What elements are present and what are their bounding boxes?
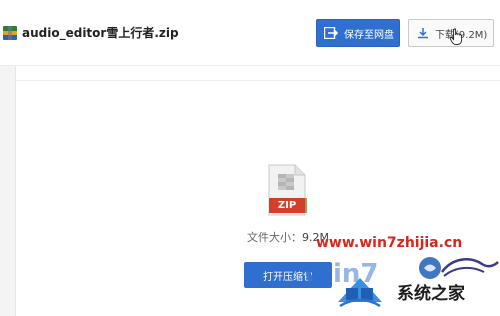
left-margin-panel	[0, 66, 16, 316]
watermark-url: www.win7zhijia.cn	[316, 235, 463, 251]
hand-cursor-icon	[449, 28, 463, 45]
save-to-cloud-button[interactable]: 保存至网盘	[316, 19, 400, 47]
file-size-label: 文件大小：	[247, 231, 302, 244]
zip-type-badge: ZIP	[277, 200, 297, 211]
archive-file-icon	[3, 26, 17, 40]
file-name-title: audio_editor雪上行者.zip	[22, 26, 179, 40]
system-home-logo-icon	[338, 278, 382, 308]
download-icon	[417, 27, 429, 39]
watermark-swirl	[419, 257, 499, 279]
svg-text:W: W	[303, 259, 332, 286]
save-to-cloud-icon	[324, 27, 338, 39]
save-button-label: 保存至网盘	[344, 29, 394, 41]
watermark-brand: 系统之家	[397, 284, 465, 304]
